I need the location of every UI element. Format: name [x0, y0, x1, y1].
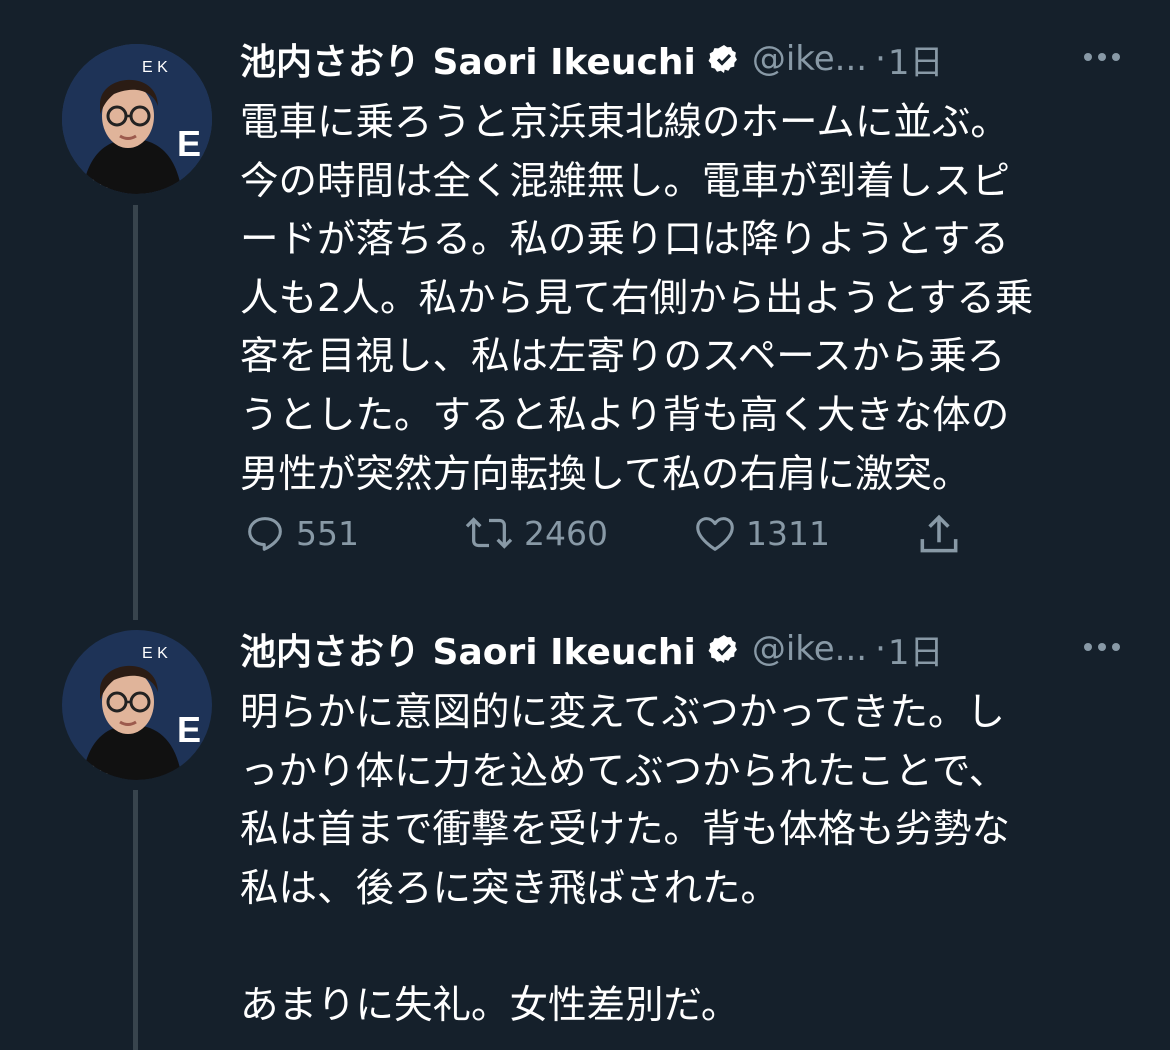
verified-badge-icon: [708, 633, 740, 665]
like-icon: [696, 517, 734, 551]
like-button[interactable]: 1311: [692, 510, 830, 556]
avatar[interactable]: E K E OU A: [62, 630, 212, 780]
author-handle[interactable]: @ike...: [752, 629, 867, 669]
retweet-button[interactable]: 2460: [462, 510, 608, 556]
share-icon: [920, 514, 958, 553]
author-name[interactable]: 池内さおり Saori Ikeuchi: [240, 623, 696, 675]
separator-dot: ·: [875, 39, 886, 79]
tweet[interactable]: E K E OU A 池内さおり Saori Ikeuchi @ike... ·…: [0, 610, 1170, 1038]
retweet-count: 2460: [524, 513, 608, 553]
svg-text:E: E: [177, 123, 201, 164]
reply-button[interactable]: 551: [242, 510, 359, 556]
verified-badge-icon: [708, 43, 740, 75]
tweet[interactable]: E K E OU A 池内さおり Saori Ikeuchi @ike... ·…: [0, 0, 1170, 620]
like-count: 1311: [746, 513, 830, 553]
svg-text:E K: E K: [142, 59, 168, 76]
separator-dot: ·: [875, 629, 886, 669]
more-icon[interactable]: [1078, 42, 1126, 72]
avatar[interactable]: E K E OU A: [62, 44, 212, 194]
timestamp[interactable]: 1日: [888, 625, 944, 674]
tweet-header: 池内さおり Saori Ikeuchi @ike... · 1日: [240, 34, 1140, 84]
author-handle[interactable]: @ike...: [752, 39, 867, 79]
more-icon[interactable]: [1078, 632, 1126, 662]
svg-text:E: E: [177, 709, 201, 750]
reply-count: 551: [296, 513, 359, 553]
retweet-icon: [465, 517, 513, 549]
svg-text:E K: E K: [142, 645, 168, 662]
tweet-text: 明らかに意図的に変えてぶつかってきた。し っかり体に力を込めてぶつかられたことで…: [240, 690, 1011, 1028]
timestamp[interactable]: 1日: [888, 35, 944, 84]
author-name[interactable]: 池内さおり Saori Ikeuchi: [240, 33, 696, 85]
tweet-actions: 551 2460 1311: [240, 510, 1000, 570]
tweet-text: 電車に乗ろうと京浜東北線のホームに並ぶ。 今の時間は全く混雑無し。電車が到着しス…: [240, 100, 1034, 497]
tweet-header: 池内さおり Saori Ikeuchi @ike... · 1日: [240, 624, 1140, 674]
share-button[interactable]: [914, 510, 964, 560]
reply-icon: [248, 517, 282, 551]
